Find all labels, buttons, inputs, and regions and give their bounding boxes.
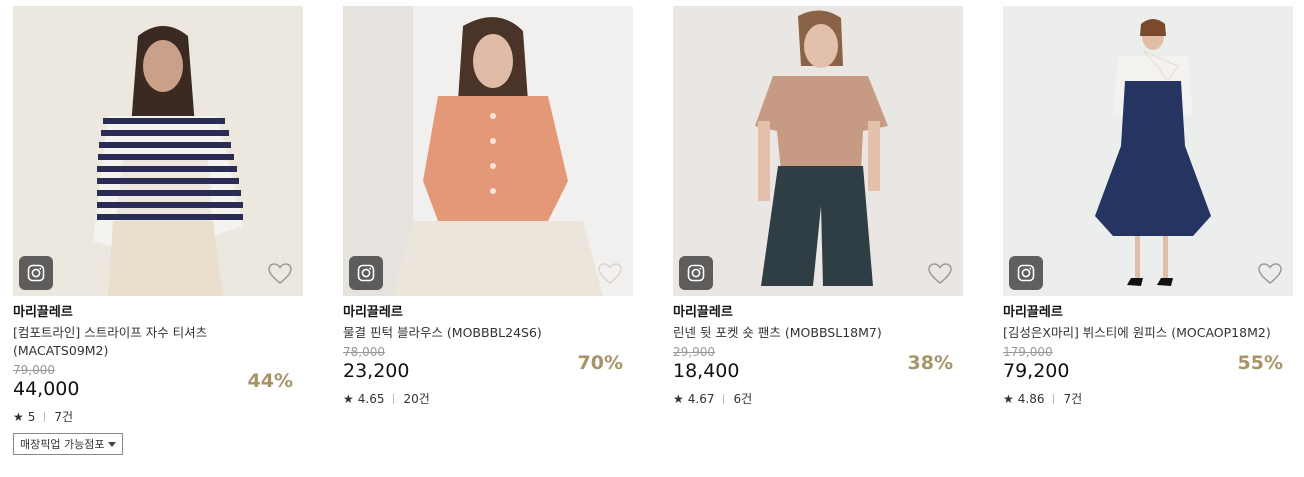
instagram-icon	[1017, 264, 1035, 282]
divider	[1053, 393, 1055, 404]
discount-rate: 38%	[907, 352, 953, 374]
instagram-icon	[27, 264, 45, 282]
heart-icon[interactable]	[267, 262, 293, 286]
star-icon: ★	[1003, 391, 1014, 406]
product-grid: 마리끌레르 [컴포트라인] 스트라이프 자수 티셔츠 (MACATS09M2) …	[0, 0, 1304, 477]
store-pickup-dropdown[interactable]: 매장픽업 가능점포	[13, 433, 124, 455]
brand-name: 마리끌레르	[1003, 305, 1063, 320]
product-photo	[343, 6, 633, 296]
divider	[723, 393, 725, 404]
instagram-icon	[687, 264, 705, 282]
rating-score: 4.65	[357, 391, 385, 406]
product-name[interactable]: [컴포트라인] 스트라이프 자수 티셔츠 (MACATS09M2)	[13, 324, 303, 360]
instagram-icon	[357, 264, 375, 282]
instagram-button[interactable]	[1009, 256, 1043, 290]
discount-rate: 44%	[247, 370, 293, 392]
heart-icon[interactable]	[1257, 262, 1283, 286]
price-block: 179,000 79,200 55%	[1003, 344, 1293, 384]
product-image[interactable]	[1003, 6, 1293, 296]
price-block: 29,900 18,400 38%	[673, 344, 963, 384]
product-image[interactable]	[13, 6, 303, 296]
product-photo	[673, 6, 963, 296]
product-name[interactable]: [김성은X마리] 뷔스티에 원피스 (MOCAOP18M2)	[1003, 324, 1293, 342]
product-name[interactable]: 린넨 뒷 포켓 숏 팬츠 (MOBBSL18M7)	[673, 324, 963, 342]
divider	[44, 411, 46, 422]
heart-icon[interactable]	[927, 262, 953, 286]
heart-icon[interactable]	[597, 262, 623, 286]
star-icon: ★	[673, 391, 684, 406]
product-photo	[13, 6, 303, 296]
instagram-button[interactable]	[679, 256, 713, 290]
rating-block: ★ 4.65 20건	[343, 390, 633, 407]
rating-block: ★ 4.86 7건	[1003, 390, 1293, 407]
brand-name: 마리끌레르	[673, 305, 733, 320]
product-image[interactable]	[343, 6, 633, 296]
product-photo	[1003, 6, 1293, 296]
rating-score: 4.67	[687, 391, 715, 406]
product-card[interactable]: 마리끌레르 린넨 뒷 포켓 숏 팬츠 (MOBBSL18M7) 29,900 1…	[673, 6, 963, 407]
discount-rate: 55%	[1237, 352, 1283, 374]
price-block: 78,000 23,200 70%	[343, 344, 633, 384]
rating-block: ★ 5 7건	[13, 408, 303, 425]
rating-score: 5	[27, 409, 36, 424]
review-count: 20건	[403, 392, 430, 406]
star-icon: ★	[343, 391, 354, 406]
product-card[interactable]: 마리끌레르 [김성은X마리] 뷔스티에 원피스 (MOCAOP18M2) 179…	[1003, 6, 1293, 407]
product-card[interactable]: 마리끌레르 물결 핀턱 블라우스 (MOBBBL24S6) 78,000 23,…	[343, 6, 633, 407]
product-card[interactable]: 마리끌레르 [컴포트라인] 스트라이프 자수 티셔츠 (MACATS09M2) …	[13, 6, 303, 455]
brand-name: 마리끌레르	[343, 305, 403, 320]
rating-score: 4.86	[1017, 391, 1045, 406]
divider	[393, 393, 395, 404]
discount-rate: 70%	[577, 352, 623, 374]
instagram-button[interactable]	[349, 256, 383, 290]
star-icon: ★	[13, 409, 24, 424]
product-name[interactable]: 물결 핀턱 블라우스 (MOBBBL24S6)	[343, 324, 633, 342]
review-count: 6건	[733, 392, 753, 406]
review-count: 7건	[1063, 392, 1083, 406]
product-image[interactable]	[673, 6, 963, 296]
brand-name: 마리끌레르	[13, 305, 73, 320]
rating-block: ★ 4.67 6건	[673, 390, 963, 407]
pickup-label: 매장픽업 가능점포	[20, 438, 105, 451]
caret-down-icon	[108, 441, 117, 447]
review-count: 7건	[54, 410, 74, 424]
instagram-button[interactable]	[19, 256, 53, 290]
price-block: 79,000 44,000 44%	[13, 362, 303, 402]
